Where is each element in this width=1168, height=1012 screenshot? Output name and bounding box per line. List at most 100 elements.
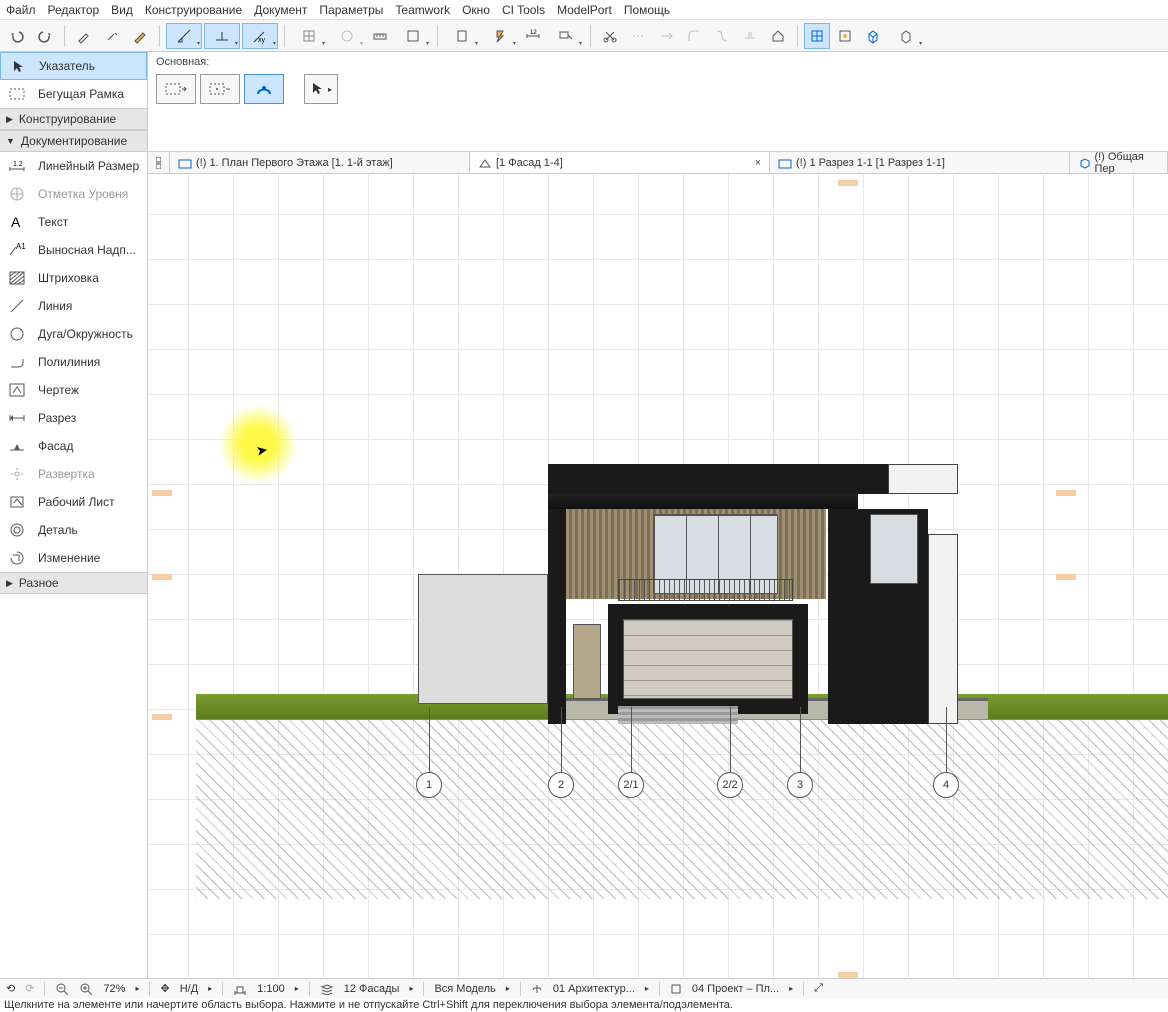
mirror-button[interactable]	[737, 23, 763, 49]
snap-settings[interactable]: ▾	[329, 23, 365, 49]
right-column	[928, 534, 958, 724]
offset-button[interactable]	[709, 23, 735, 49]
trim-button[interactable]	[625, 23, 651, 49]
hatch-icon	[6, 271, 28, 285]
view-mode-1[interactable]	[804, 23, 830, 49]
menu-window[interactable]: Окно	[462, 3, 490, 17]
scale-value[interactable]: 1:100	[257, 983, 285, 995]
selmode-1[interactable]	[156, 74, 196, 104]
filter-icon[interactable]	[531, 983, 543, 995]
menu-editor[interactable]: Редактор	[48, 3, 100, 17]
measure-mode-2[interactable]: ▾	[204, 23, 240, 49]
layer-button[interactable]: ▾	[395, 23, 431, 49]
tool-label[interactable]: A1 Выносная Надп...	[0, 236, 147, 264]
ruler-button[interactable]	[367, 23, 393, 49]
nav-back-icon[interactable]: ⟲	[6, 982, 15, 995]
eyedropper-button[interactable]	[71, 23, 97, 49]
tool-detail[interactable]: Деталь	[0, 516, 147, 544]
measure-mode-1[interactable]: ▾	[166, 23, 202, 49]
drawing-canvas[interactable]: 1 2 2/1 2/2 3 4 ➤	[148, 174, 1168, 982]
close-icon[interactable]: ×	[755, 157, 761, 169]
syringe-button[interactable]	[99, 23, 125, 49]
tool-hatch[interactable]: Штриховка	[0, 264, 147, 292]
tool-elevation[interactable]: Фасад	[0, 432, 147, 460]
axis-bubble: 1	[416, 772, 442, 798]
tool-worksheet[interactable]: Рабочий Лист	[0, 488, 147, 516]
scale-icon	[233, 983, 247, 995]
tab-section[interactable]: (!) 1 Разрез 1-1 [1 Разрез 1-1]	[770, 152, 1070, 173]
tool-change[interactable]: Изменение	[0, 544, 147, 572]
pan-icon[interactable]: ✥	[160, 982, 169, 995]
tool-polyline[interactable]: Полилиния	[0, 348, 147, 376]
redo-button[interactable]	[32, 23, 58, 49]
axis-bubble: 3	[787, 772, 813, 798]
menu-help[interactable]: Помощь	[624, 3, 670, 17]
undo-button[interactable]	[4, 23, 30, 49]
menu-document[interactable]: Документ	[254, 3, 307, 17]
tool-arc[interactable]: Дуга/Окружность	[0, 320, 147, 348]
group-construct[interactable]: ▶Конструирование	[0, 108, 147, 130]
dimension-tool[interactable]: 12	[520, 23, 546, 49]
home-button[interactable]	[765, 23, 791, 49]
selmode-2[interactable]	[200, 74, 240, 104]
link-button[interactable]: ▾	[482, 23, 518, 49]
pointer-icon	[7, 59, 29, 73]
tool-dimension[interactable]: 1.2 Линейный Размер	[0, 152, 147, 180]
tab-perspective[interactable]: (!) Общая Пер	[1070, 152, 1168, 173]
book-icon[interactable]	[670, 983, 682, 995]
group-misc[interactable]: ▶Разное	[0, 572, 147, 594]
tab-floorplan[interactable]: (!) 1. План Первого Этажа [1. 1-й этаж]	[170, 152, 470, 173]
expand-icon[interactable]: ⤢	[814, 982, 823, 995]
section-tab-icon	[778, 157, 792, 169]
tool-text[interactable]: A Текст	[0, 208, 147, 236]
tool-line[interactable]: Линия	[0, 292, 147, 320]
axis-bubble: 4	[933, 772, 959, 798]
tool-level[interactable]: Отметка Уровня	[0, 180, 147, 208]
label-tool[interactable]: ▾	[548, 23, 584, 49]
3d-cube-button[interactable]	[860, 23, 886, 49]
info-toolbar: Основная: ▸	[148, 52, 1168, 152]
svg-text:1.2: 1.2	[13, 161, 23, 168]
menu-citools[interactable]: CI Tools	[502, 3, 545, 17]
fillet-button[interactable]	[681, 23, 707, 49]
zoom-value[interactable]: 72%	[103, 983, 125, 995]
model-label[interactable]: Вся Модель	[434, 983, 495, 995]
project-label[interactable]: 04 Проект – Пл...	[692, 983, 779, 995]
tool-pointer[interactable]: Указатель	[0, 52, 147, 80]
3d-options[interactable]: ▾	[888, 23, 924, 49]
tool-section[interactable]: Разрез	[0, 404, 147, 432]
clipboard-button[interactable]: ▾	[444, 23, 480, 49]
zoom-out-icon[interactable]	[55, 982, 69, 996]
menu-view[interactable]: Вид	[111, 3, 133, 17]
group-document[interactable]: ▼Документирование	[0, 130, 147, 152]
tab-elevation[interactable]: [1 Фасад 1-4] ×	[470, 152, 770, 173]
menu-teamwork[interactable]: Teamwork	[395, 3, 450, 17]
measure-mode-3[interactable]: xy▾	[242, 23, 278, 49]
extend-button[interactable]	[653, 23, 679, 49]
layers-icon[interactable]	[320, 983, 334, 995]
view-name[interactable]: 12 Фасады	[344, 983, 400, 995]
selmode-arrow[interactable]: ▸	[304, 74, 338, 104]
grid-toggle[interactable]: ▾	[291, 23, 327, 49]
line-icon	[6, 298, 28, 314]
tool-marquee[interactable]: Бегущая Рамка	[0, 80, 147, 108]
section-icon	[6, 412, 28, 424]
nav-fwd-icon[interactable]: ⟳	[25, 982, 34, 995]
text-icon: A	[6, 214, 28, 230]
selmode-3[interactable]	[244, 74, 284, 104]
menu-modelport[interactable]: ModelPort	[557, 3, 612, 17]
menu-params[interactable]: Параметры	[319, 3, 383, 17]
menu-construct[interactable]: Конструирование	[145, 3, 242, 17]
pencil-button[interactable]	[127, 23, 153, 49]
separator	[159, 25, 160, 47]
view-tabs: (!) 1. План Первого Этажа [1. 1-й этаж] …	[148, 152, 1168, 174]
zoom-in-icon[interactable]	[79, 982, 93, 996]
menu-file[interactable]: Файл	[6, 3, 36, 17]
tool-drawing[interactable]: Чертеж	[0, 376, 147, 404]
tab-grid-overview[interactable]	[148, 152, 170, 173]
axis-line	[800, 707, 801, 775]
tool-interior[interactable]: Развертка	[0, 460, 147, 488]
view-mode-2[interactable]	[832, 23, 858, 49]
cut-button[interactable]	[597, 23, 623, 49]
arch-label[interactable]: 01 Архитектур...	[553, 983, 635, 995]
